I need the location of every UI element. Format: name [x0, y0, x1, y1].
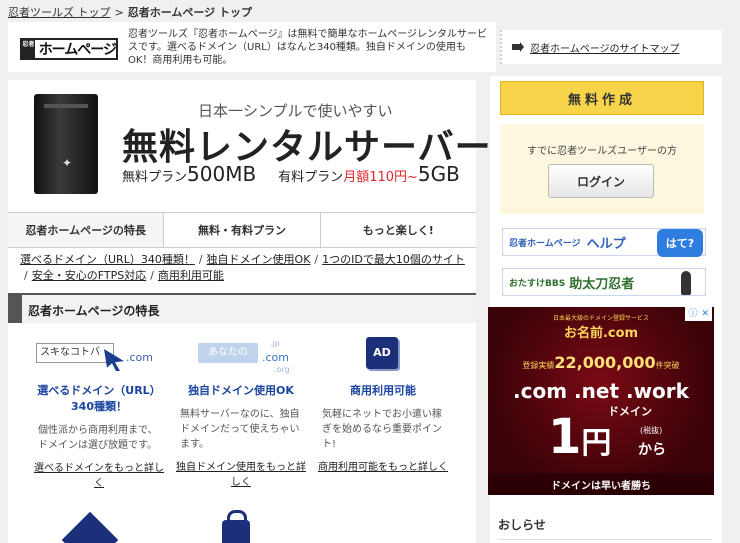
- breadcrumb-separator: >: [114, 6, 124, 19]
- lock-icon: [222, 510, 250, 543]
- feature-detail-link[interactable]: 選べるドメインをもっと詳しく: [34, 461, 164, 491]
- ninja-figure-icon: [681, 271, 691, 295]
- right-sidebar: 無料作成 すでに忍者ツールズユーザーの方 ログイン 忍者ホームページ ヘルプ は…: [488, 76, 722, 543]
- news-heading: おしらせ: [498, 516, 712, 540]
- help-banner[interactable]: 忍者ホームページ ヘルプ はて?: [502, 228, 706, 257]
- bbs-banner[interactable]: おたすけBBS 助太刀忍者: [502, 268, 706, 296]
- feature-domains: スキなコトバ .com 選べるドメイン（URL）340種類！ 個性派から商用利用…: [34, 335, 164, 491]
- ninja-homepage-logo[interactable]: 忍者 ホームページ: [20, 38, 118, 60]
- breadcrumb-current: 忍者ホームページ トップ: [127, 6, 252, 19]
- com-label: .com: [126, 351, 153, 364]
- ad-brand-name: お名前.com: [563, 326, 639, 341]
- header-description: 忍者ツールズ『忍者ホームページ』は無料で簡単なホームページレンタルサービスです。…: [128, 29, 487, 66]
- ad-domains: .com .net .work: [513, 379, 689, 403]
- feature-title: 独自ドメイン使用OK: [188, 384, 294, 397]
- quick-link-ftps[interactable]: 安全・安心のFTPS対応: [32, 269, 146, 282]
- ad-brand: 日本最大級のドメイン登録サービス お名前.com: [488, 313, 714, 341]
- ninja-star-icon: ✦: [62, 156, 73, 170]
- logo-mark: 忍者: [22, 40, 35, 58]
- feature-tabs: 忍者ホームページの特長 無料・有料プラン もっと楽しく!: [8, 212, 476, 248]
- free-plan-size: 500MB: [187, 162, 257, 186]
- onamae-ad[interactable]: ⓘ ✕ 日本最大級のドメイン登録サービス お名前.com 登録実績22,000,0…: [488, 307, 714, 495]
- ad-tax: (税抜): [640, 426, 663, 435]
- feature-commercial: AD 商用利用可能 気軽にネットでお小遣い稼ぎを始めるなら重要ポイント! 商用利…: [318, 335, 448, 475]
- paid-plan-size: 5GB: [417, 162, 460, 186]
- quick-link-commercial[interactable]: 商用利用可能: [158, 269, 224, 282]
- breadcrumb-top-link[interactable]: 忍者ツールズ トップ: [8, 6, 111, 19]
- bbs-big-text: 助太刀忍者: [569, 276, 635, 292]
- commercial-image: AD: [318, 335, 448, 375]
- ad-domain-word: ドメイン: [608, 405, 652, 418]
- feature-own-domain: あなたの .jp .com .org 独自ドメイン使用OK 無料サーバーなのに、…: [176, 335, 306, 490]
- ad-price: 1円: [548, 409, 612, 465]
- header: 忍者 ホームページ 忍者ツールズ『忍者ホームページ』は無料で簡単なホームページレ…: [8, 22, 496, 72]
- speaker-icon: [512, 42, 524, 52]
- quick-link-own-domain[interactable]: 独自ドメイン使用OK: [207, 253, 311, 266]
- org-label: .org: [274, 365, 290, 374]
- free-create-button[interactable]: 無料作成: [500, 81, 704, 115]
- ad-registrations: 登録実績22,000,000件突破: [522, 353, 680, 372]
- login-prompt: すでに忍者ツールズユーザーの方: [527, 146, 677, 157]
- server-image: ✦: [34, 94, 98, 194]
- tab-more-fun[interactable]: もっと楽しく!: [320, 213, 476, 247]
- section-title: 忍者ホームページの特長: [28, 304, 160, 318]
- tab-features[interactable]: 忍者ホームページの特長: [8, 213, 165, 247]
- feature-detail-link[interactable]: 独自ドメイン使用をもっと詳しく: [176, 460, 306, 490]
- sitemap-link[interactable]: 忍者ホームページのサイトマップ: [530, 40, 680, 55]
- section-header: 忍者ホームページの特長: [8, 293, 476, 323]
- free-plan-label: 無料プラン: [122, 170, 188, 185]
- logo-text: ホームページ: [38, 42, 117, 58]
- question-bubble-icon: はて?: [657, 229, 703, 257]
- ad-footer: ドメインは早い者勝ち: [488, 473, 714, 495]
- domain-choice-image: スキなコトバ .com: [34, 335, 164, 375]
- feature-description: 個性派から商用利用まで、ドメインは選び放題です。: [38, 425, 158, 451]
- banner-plans: 無料プラン500MB 有料プラン月額110円~5GB: [122, 162, 482, 186]
- feature-title: 選べるドメイン（URL）340種類！: [37, 384, 161, 413]
- bbs-small-text: おたすけBBS: [509, 278, 566, 289]
- your-domain-box: あなたの: [198, 343, 258, 363]
- login-box: すでに忍者ツールズユーザーの方 ログイン: [500, 124, 704, 214]
- own-domain-image: あなたの .jp .com .org: [176, 335, 306, 375]
- help-small-text: 忍者ホームページ: [509, 238, 581, 249]
- feature-description: 気軽にネットでお小遣い稼ぎを始めるなら重要ポイント!: [322, 409, 442, 450]
- jp-label: .jp: [270, 339, 280, 348]
- rental-server-banner[interactable]: ✦ 日本一シンプルで使いやすい 無料レンタルサーバー 無料プラン500MB 有料プ…: [8, 80, 491, 208]
- feature-title: 商用利用可能: [350, 384, 416, 397]
- main-panel: ✦ 日本一シンプルで使いやすい 無料レンタルサーバー 無料プラン500MB 有料プ…: [8, 80, 491, 543]
- quick-links: 選べるドメイン（URL）340種類！ / 独自ドメイン使用OK/1つのIDで最大10…: [20, 253, 465, 282]
- paid-plan-label: 有料プラン: [278, 170, 344, 185]
- tab-plans[interactable]: 無料・有料プラン: [164, 213, 321, 247]
- cursor-icon: [104, 349, 124, 371]
- ad-reg-count: 22,000,000: [554, 353, 656, 372]
- quick-link-domains[interactable]: 選べるドメイン（URL）340種類！: [20, 253, 195, 266]
- ad-icon: AD: [366, 337, 398, 369]
- quick-link-ten-sites[interactable]: 1つのIDで最大10個のサイト: [322, 253, 465, 266]
- keyword-box: スキなコトバ: [36, 343, 114, 363]
- login-button[interactable]: ログイン: [548, 164, 654, 198]
- ad-brand-tag: 日本最大級のドメイン登録サービス: [552, 315, 649, 322]
- breadcrumb: 忍者ツールズ トップ > 忍者ホームページ トップ: [8, 4, 252, 20]
- sitemap-link-box: 忍者ホームページのサイトマップ: [500, 30, 722, 64]
- feature-detail-link[interactable]: 商用利用可能をもっと詳しく: [318, 460, 448, 475]
- feature-description: 無料サーバーなのに、独自ドメインだって使えちゃいます。: [180, 409, 300, 450]
- paid-plan-price: 月額110円~: [343, 170, 418, 185]
- help-big-text: ヘルプ: [586, 236, 626, 252]
- ad-kara: から: [638, 442, 666, 458]
- com-label: .com: [262, 351, 289, 364]
